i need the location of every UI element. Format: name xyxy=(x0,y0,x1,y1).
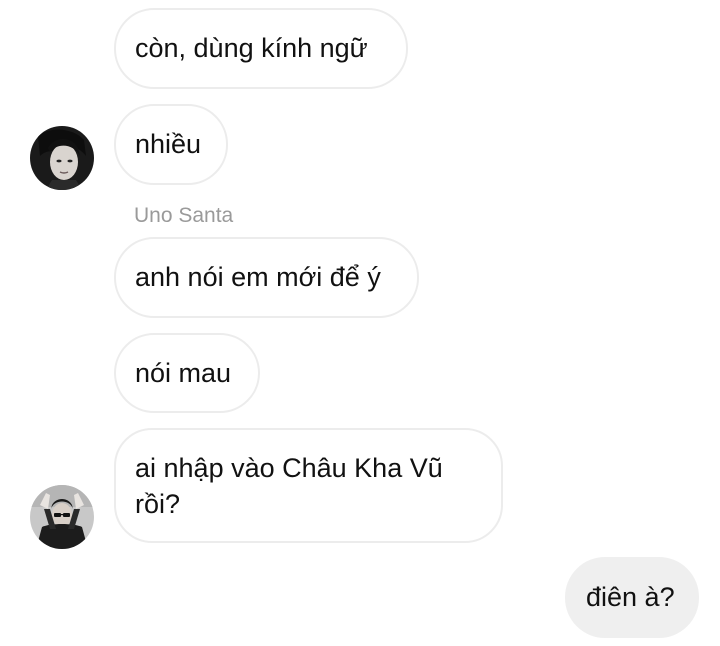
message-text: ai nhập vào Châu Kha Vũ rồi? xyxy=(135,453,443,519)
message-bubble-incoming[interactable]: ai nhập vào Châu Kha Vũ rồi? xyxy=(114,428,503,543)
message-text: anh nói em mới để ý xyxy=(135,262,381,292)
avatar-hands-up-portrait-icon xyxy=(30,485,94,549)
sender-avatar[interactable] xyxy=(30,126,94,190)
message-text: nhiều xyxy=(135,129,202,159)
avatar-dark-portrait-icon xyxy=(30,126,94,190)
sender-avatar[interactable] xyxy=(30,485,94,549)
message-bubble-incoming[interactable]: nói mau xyxy=(114,333,260,413)
message-bubble-outgoing[interactable]: điên à? xyxy=(565,557,699,638)
message-bubble-incoming[interactable]: nhiều xyxy=(114,104,228,185)
message-text: nói mau xyxy=(135,358,232,388)
message-bubble-incoming[interactable]: anh nói em mới để ý xyxy=(114,237,419,318)
message-text: còn, dùng kính ngữ xyxy=(135,33,368,63)
message-bubble-incoming[interactable]: còn, dùng kính ngữ xyxy=(114,8,408,89)
message-text: điên à? xyxy=(586,582,675,612)
sender-name: Uno Santa xyxy=(134,204,234,227)
